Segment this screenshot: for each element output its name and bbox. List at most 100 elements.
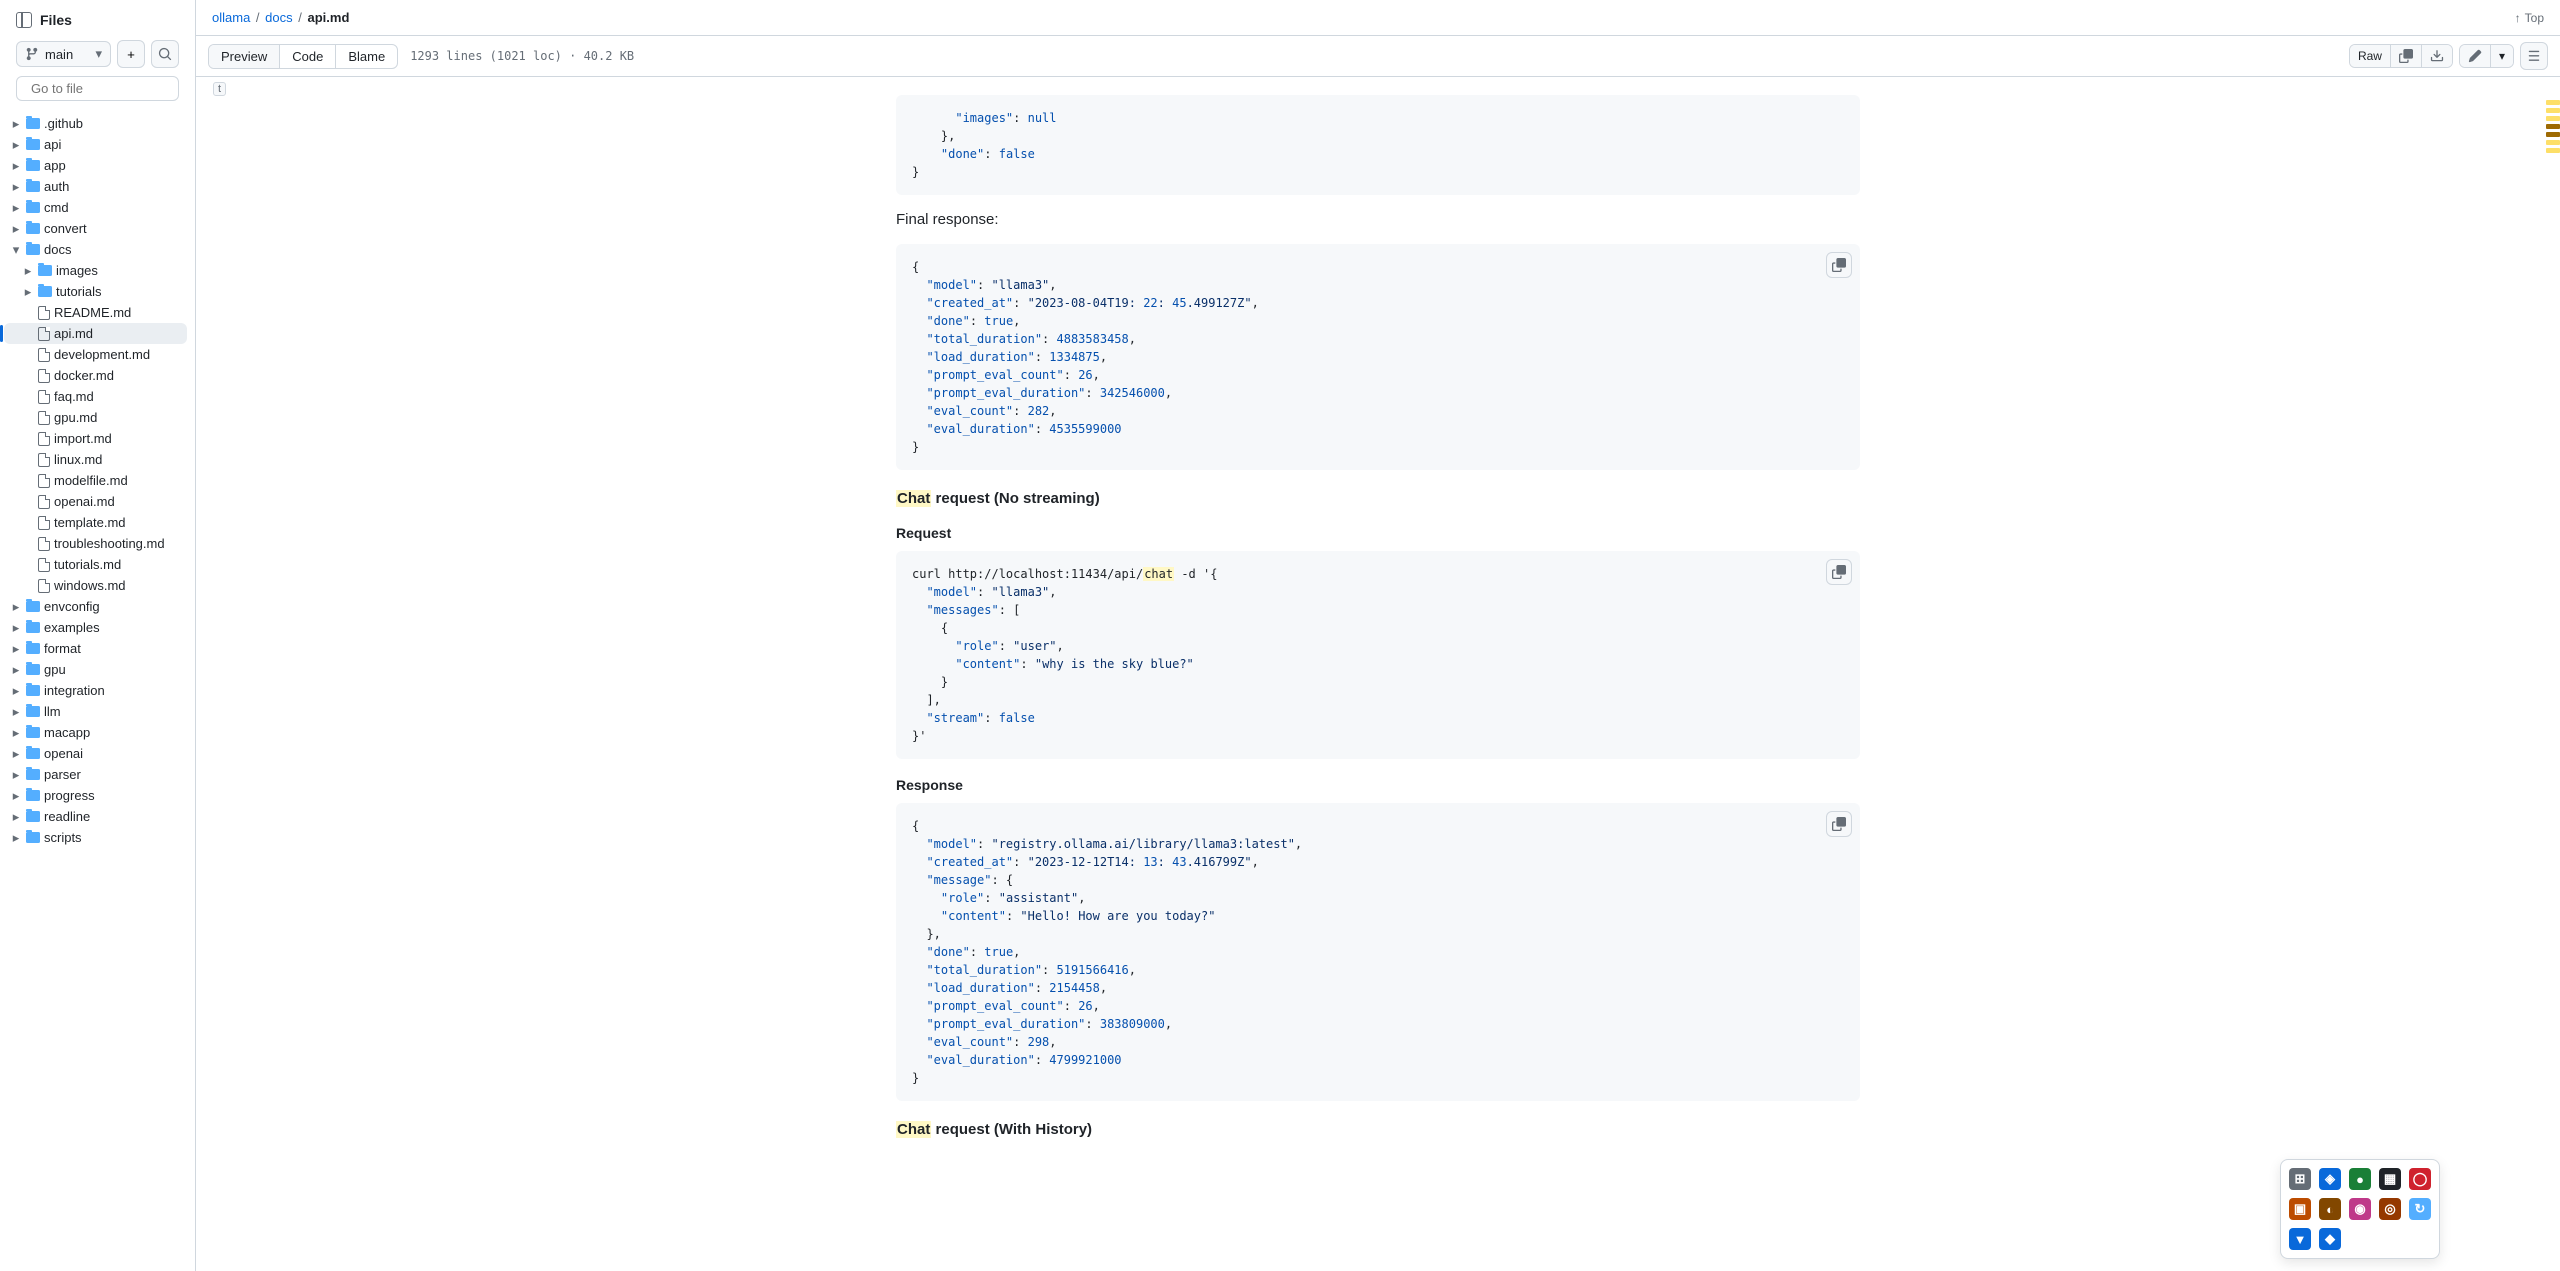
- extension-icon[interactable]: ◐: [2319, 1198, 2341, 1220]
- chevron-icon: ▸: [10, 790, 22, 802]
- folder-item[interactable]: ▸gpu: [4, 659, 187, 680]
- file-item[interactable]: docker.md: [4, 365, 187, 386]
- folder-item[interactable]: ▾docs: [4, 239, 187, 260]
- tree-item-label: api.md: [54, 326, 93, 341]
- folder-item[interactable]: ▸examples: [4, 617, 187, 638]
- file-item[interactable]: api.md: [4, 323, 187, 344]
- folder-item[interactable]: ▸cmd: [4, 197, 187, 218]
- extension-icon[interactable]: ▼: [2289, 1228, 2311, 1250]
- sidebar-title: Files: [40, 12, 72, 28]
- go-to-file-search[interactable]: t: [16, 76, 179, 101]
- search-files-button[interactable]: [151, 40, 179, 68]
- chevron-icon: ▸: [10, 832, 22, 844]
- subheading-request: Request: [896, 525, 1860, 541]
- code-block: { "model": "registry.ollama.ai/library/l…: [896, 803, 1860, 1101]
- chevron-icon: ▸: [10, 118, 22, 130]
- scroll-to-top-button[interactable]: ↑ Top: [2515, 11, 2544, 25]
- extension-icon[interactable]: ◎: [2379, 1198, 2401, 1220]
- edit-button[interactable]: [2460, 45, 2491, 67]
- subheading-response: Response: [896, 777, 1860, 793]
- folder-item[interactable]: ▸tutorials: [4, 281, 187, 302]
- folder-item[interactable]: ▸auth: [4, 176, 187, 197]
- outline-button[interactable]: [2520, 42, 2548, 70]
- copy-code-button[interactable]: [1826, 811, 1852, 837]
- folder-item[interactable]: ▸app: [4, 155, 187, 176]
- go-to-file-input[interactable]: [31, 81, 207, 96]
- file-item[interactable]: gpu.md: [4, 407, 187, 428]
- file-item[interactable]: template.md: [4, 512, 187, 533]
- file-item[interactable]: README.md: [4, 302, 187, 323]
- extension-icon[interactable]: ◈: [2319, 1168, 2341, 1190]
- raw-button[interactable]: Raw: [2350, 45, 2391, 67]
- file-item[interactable]: faq.md: [4, 386, 187, 407]
- folder-item[interactable]: ▸ llm: [4, 701, 187, 722]
- folder-item[interactable]: ▸macapp: [4, 722, 187, 743]
- folder-icon: [26, 769, 40, 780]
- file-item[interactable]: development.md: [4, 344, 187, 365]
- file-item[interactable]: linux.md: [4, 449, 187, 470]
- chevron-icon: ▸: [10, 706, 22, 718]
- tree-item-label: template.md: [54, 515, 126, 530]
- folder-item[interactable]: ▸.github: [4, 113, 187, 134]
- markdown-content[interactable]: "images": null }, "done": false } Final …: [196, 77, 2560, 1271]
- folder-item[interactable]: ▸parser: [4, 764, 187, 785]
- folder-item[interactable]: ▸api: [4, 134, 187, 155]
- chevron-icon: ▸: [10, 769, 22, 781]
- extension-icon[interactable]: ▦: [2379, 1168, 2401, 1190]
- file-tree[interactable]: ▸.github▸api▸app▸auth▸cmd▸convert▾docs▸i…: [0, 109, 195, 1271]
- copy-raw-button[interactable]: [2391, 45, 2422, 67]
- tree-item-label: openai.md: [54, 494, 115, 509]
- extension-icon[interactable]: ◉: [2349, 1198, 2371, 1220]
- folder-icon: [26, 139, 40, 150]
- folder-item[interactable]: ▸progress: [4, 785, 187, 806]
- tab-blame[interactable]: Blame: [336, 45, 397, 68]
- extension-icon[interactable]: ▣: [2289, 1198, 2311, 1220]
- file-item[interactable]: tutorials.md: [4, 554, 187, 575]
- extension-icon[interactable]: ⊞: [2289, 1168, 2311, 1190]
- file-item[interactable]: import.md: [4, 428, 187, 449]
- tree-item-label: linux.md: [54, 452, 102, 467]
- file-icon: [38, 474, 50, 488]
- download-raw-button[interactable]: [2422, 45, 2452, 67]
- folder-icon: [26, 664, 40, 675]
- folder-item[interactable]: ▸scripts: [4, 827, 187, 848]
- folder-item[interactable]: ▸readline: [4, 806, 187, 827]
- folder-item[interactable]: ▸convert: [4, 218, 187, 239]
- chevron-icon: ▸: [10, 160, 22, 172]
- folder-item[interactable]: ▸images: [4, 260, 187, 281]
- file-icon: [38, 411, 50, 425]
- extension-icon[interactable]: ↻: [2409, 1198, 2431, 1220]
- branch-select[interactable]: main ▾: [16, 41, 111, 67]
- code-block: "images": null }, "done": false }: [896, 95, 1860, 195]
- extension-icon[interactable]: ◯: [2409, 1168, 2431, 1190]
- tree-item-label: development.md: [54, 347, 150, 362]
- folder-item[interactable]: ▸format: [4, 638, 187, 659]
- file-item[interactable]: openai.md: [4, 491, 187, 512]
- tab-code[interactable]: Code: [280, 45, 336, 68]
- search-result-minimap: [2546, 100, 2560, 153]
- copy-code-button[interactable]: [1826, 252, 1852, 278]
- file-item[interactable]: modelfile.md: [4, 470, 187, 491]
- folder-icon: [26, 118, 40, 129]
- breadcrumb-link[interactable]: ollama: [212, 10, 250, 25]
- extension-icon[interactable]: ◆: [2319, 1228, 2341, 1250]
- extension-icon[interactable]: ●: [2349, 1168, 2371, 1190]
- file-meta: 1293 lines (1021 loc) · 40.2 KB: [410, 49, 634, 63]
- folder-item[interactable]: ▸integration: [4, 680, 187, 701]
- tree-item-label: tutorials.md: [54, 557, 121, 572]
- branch-name: main: [45, 47, 73, 62]
- folder-item[interactable]: ▸openai: [4, 743, 187, 764]
- file-item[interactable]: windows.md: [4, 575, 187, 596]
- breadcrumb: ollama / docs / api.md: [212, 10, 349, 25]
- edit-dropdown-button[interactable]: ▾: [2491, 45, 2513, 67]
- add-file-button[interactable]: +: [117, 40, 145, 68]
- copy-code-button[interactable]: [1826, 559, 1852, 585]
- breadcrumb-link[interactable]: docs: [265, 10, 292, 25]
- folder-item[interactable]: ▸envconfig: [4, 596, 187, 617]
- file-item[interactable]: troubleshooting.md: [4, 533, 187, 554]
- folder-icon: [26, 748, 40, 759]
- tree-item-label: llm: [44, 704, 61, 719]
- tab-preview[interactable]: Preview: [209, 45, 280, 68]
- tree-item-label: gpu: [44, 662, 66, 677]
- file-icon: [38, 495, 50, 509]
